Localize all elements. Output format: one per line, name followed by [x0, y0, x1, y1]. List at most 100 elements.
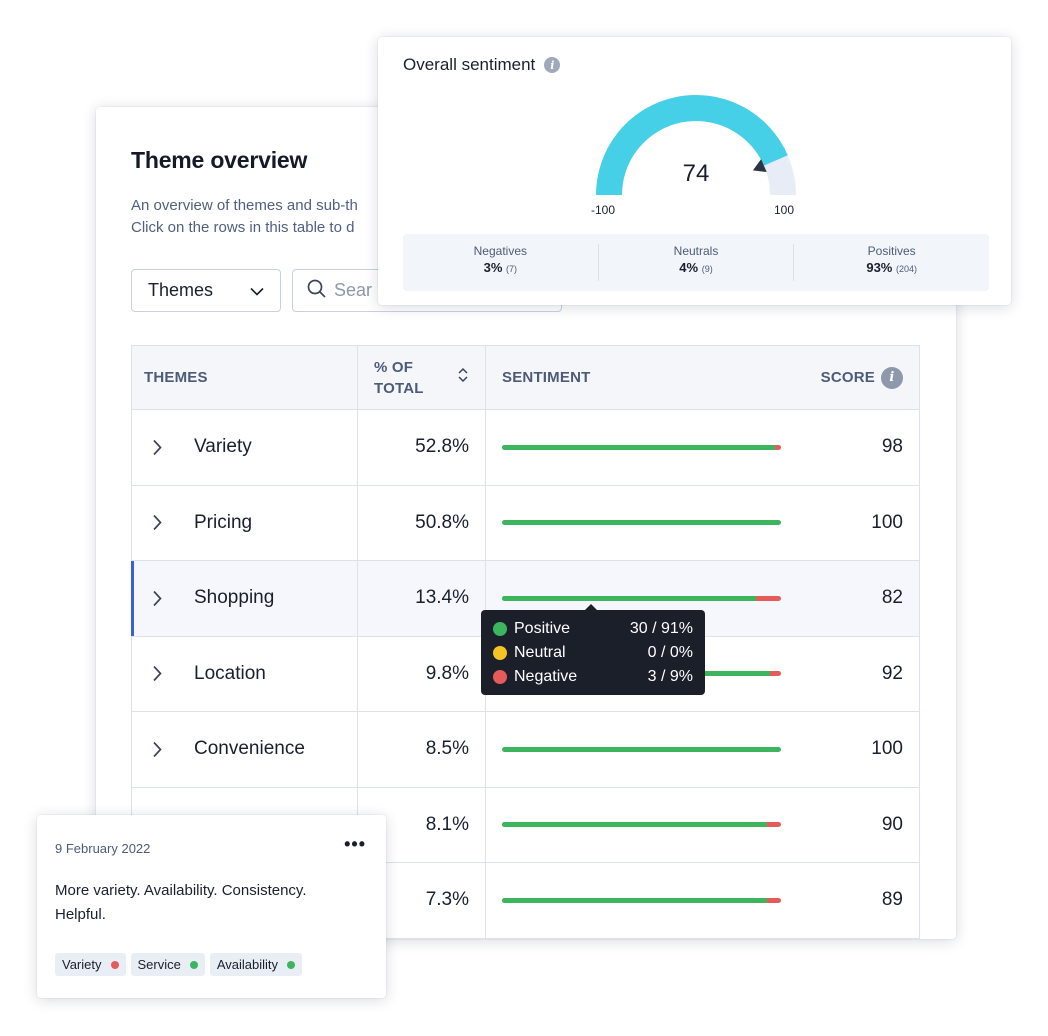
- stat-value: 4% (9): [599, 260, 794, 275]
- theme-name: Location: [194, 662, 266, 684]
- feedback-date: 9 February 2022: [55, 841, 151, 856]
- overall-sentiment-title: Overall sentiment i: [403, 55, 561, 75]
- theme-cell: Shopping: [132, 561, 358, 636]
- gauge-max-label: 100: [774, 203, 795, 217]
- sentiment-bar[interactable]: [502, 822, 781, 828]
- chevron-right-icon[interactable]: [152, 439, 194, 456]
- tag-label: Service: [137, 957, 181, 972]
- search-icon: [307, 279, 326, 303]
- chevron-right-icon[interactable]: [152, 665, 194, 682]
- column-header-sentiment: SENTIMENT: [502, 369, 591, 386]
- theme-name: Convenience: [194, 738, 305, 760]
- sentiment-bar[interactable]: [502, 444, 781, 450]
- feedback-text: More variety. Availability. Consistency.…: [55, 882, 307, 923]
- tooltip-value: 3 / 9%: [647, 668, 693, 685]
- themes-dropdown-value: Themes: [148, 280, 214, 300]
- sentiment-cell: 100: [486, 486, 919, 561]
- sentiment-dot-icon: [110, 960, 119, 969]
- sentiment-dot-icon: [287, 960, 296, 969]
- info-icon[interactable]: i: [881, 366, 903, 389]
- stat-label: Neutrals: [673, 244, 719, 258]
- description-line: Click on the rows in this table to d: [131, 219, 355, 236]
- theme-cell: Pricing: [132, 485, 358, 560]
- negative-dot-icon: [493, 670, 507, 684]
- score-value: 100: [871, 738, 903, 760]
- sentiment-bar[interactable]: [502, 746, 781, 752]
- stat-positives: Positives 93% (204): [794, 244, 989, 281]
- sort-icon[interactable]: [457, 367, 469, 389]
- tag[interactable]: Variety: [55, 953, 126, 976]
- theme-name: Pricing: [194, 511, 253, 533]
- stat-value: 3% (7): [403, 260, 598, 275]
- theme-cell: Location: [132, 636, 358, 711]
- feedback-card: 9 February 2022 ••• More variety. Availa…: [37, 815, 386, 998]
- gauge-value: 74: [682, 160, 710, 187]
- score-value: 89: [881, 889, 903, 911]
- column-header-themes[interactable]: THEMES: [132, 346, 358, 409]
- neutral-dot-icon: [493, 646, 507, 660]
- score-value: 92: [881, 662, 903, 684]
- tag[interactable]: Availability: [209, 953, 303, 976]
- tag[interactable]: Service: [130, 953, 205, 976]
- overall-sentiment-card: Overall sentiment i 74 -100 100 Negative…: [378, 37, 1011, 305]
- percent-cell: 52.8%: [358, 410, 486, 485]
- stat-count: (204): [896, 264, 918, 274]
- sentiment-bar[interactable]: [502, 520, 781, 526]
- stat-label: Positives: [867, 244, 916, 258]
- table-row[interactable]: Pricing 50.8% 100: [132, 485, 919, 561]
- chevron-right-icon[interactable]: [152, 514, 194, 531]
- tag-label: Availability: [216, 957, 279, 972]
- stat-label: Negatives: [473, 244, 528, 258]
- tooltip-value: 30 / 91%: [629, 620, 693, 637]
- themes-dropdown[interactable]: Themes: [131, 269, 281, 312]
- percent-cell: 9.8%: [358, 636, 486, 711]
- theme-cell: Convenience: [132, 712, 358, 787]
- chevron-right-icon[interactable]: [152, 741, 194, 758]
- chevron-down-icon: [250, 280, 264, 301]
- column-header-sentiment-score: SENTIMENT SCORE i: [486, 346, 919, 409]
- tooltip-row-positive: Positive 30 / 91%: [493, 617, 693, 641]
- column-header-score: SCORE i: [820, 366, 903, 389]
- sentiment-bar-positive: [502, 520, 781, 526]
- percent-cell: 13.4%: [358, 561, 486, 636]
- sentiment-cell: 90: [486, 788, 919, 863]
- feedback-tags: Variety Service Availability: [55, 953, 303, 976]
- info-icon[interactable]: i: [544, 57, 561, 73]
- sentiment-bar[interactable]: [502, 595, 781, 601]
- column-header-percent-of-total[interactable]: % OF TOTAL: [358, 346, 486, 409]
- column-header-label: % OF TOTAL: [374, 357, 424, 399]
- sentiment-bar-positive: [502, 444, 776, 450]
- tooltip-label: Negative: [514, 668, 578, 685]
- sentiment-bar[interactable]: [502, 897, 781, 903]
- score-value: 100: [871, 511, 903, 533]
- percent-cell: 50.8%: [358, 485, 486, 560]
- sentiment-cell: 98: [486, 410, 919, 485]
- table-row[interactable]: Convenience 8.5% 100: [132, 712, 919, 788]
- tooltip-row-neutral: Neutral 0 / 0%: [493, 641, 693, 665]
- tooltip-label: Positive: [514, 620, 571, 637]
- tag-label: Variety: [62, 957, 102, 972]
- column-header-label-line: % OF: [374, 358, 414, 376]
- column-header-score-label: SCORE: [820, 369, 875, 386]
- sentiment-bar-positive: [502, 897, 768, 903]
- tooltip-value: 0 / 0%: [647, 644, 693, 661]
- sentiment-cell: 100: [486, 712, 919, 787]
- stat-percent: 93%: [866, 260, 893, 275]
- theme-name: Variety: [194, 436, 252, 458]
- sentiment-bar-positive: [502, 746, 781, 752]
- sentiment-stats: Negatives 3% (7) Neutrals 4% (9) Positiv…: [403, 234, 989, 291]
- chevron-right-icon[interactable]: [152, 590, 194, 607]
- table-row[interactable]: Variety 52.8% 98: [132, 410, 919, 486]
- stat-count: (7): [506, 264, 518, 274]
- stat-neutrals: Neutrals 4% (9): [599, 244, 795, 281]
- stat-count: (9): [701, 264, 713, 274]
- description-line: An overview of themes and sub-th: [131, 197, 358, 214]
- tooltip-label: Neutral: [514, 644, 566, 661]
- overall-sentiment-title-text: Overall sentiment: [403, 55, 536, 74]
- page-title: Theme overview: [131, 147, 308, 173]
- stat-negatives: Negatives 3% (7): [403, 244, 599, 281]
- sentiment-bar-positive: [502, 822, 768, 828]
- sentiment-dot-icon: [189, 960, 198, 969]
- stat-percent: 4%: [679, 260, 699, 275]
- more-options-icon[interactable]: •••: [344, 834, 366, 855]
